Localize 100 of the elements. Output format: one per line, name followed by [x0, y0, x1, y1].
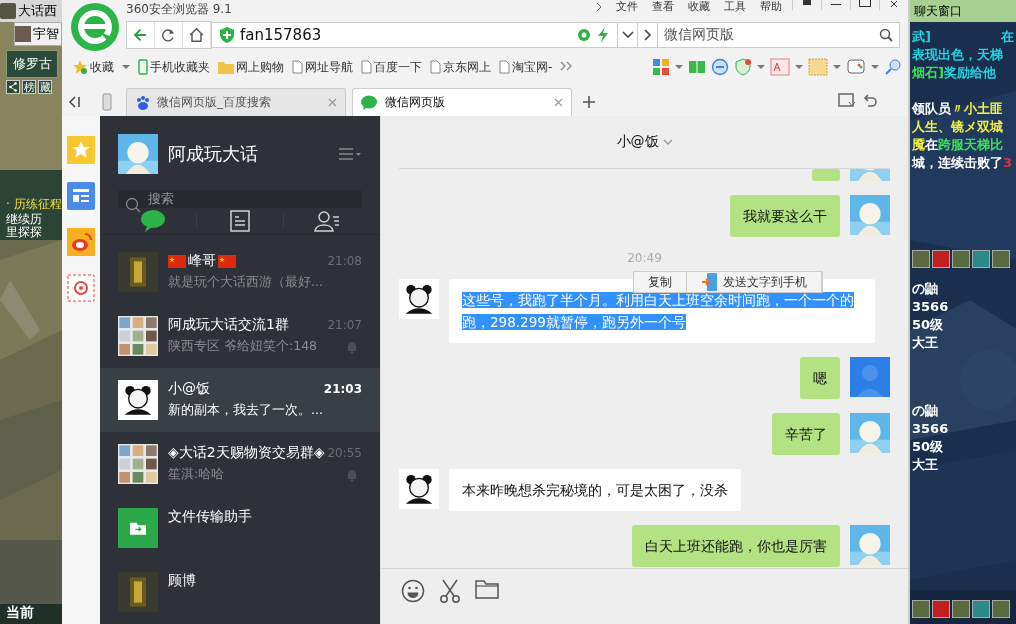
weibo-icon[interactable]: [67, 228, 95, 256]
paw-icon: [135, 94, 151, 111]
avatar-icon: [118, 380, 158, 420]
message-bubble[interactable]: 白天上班还能跑，你也是厉害: [632, 525, 840, 567]
user-name: 阿成玩大话: [168, 142, 258, 166]
avatar-icon: [15, 26, 31, 42]
game-tab[interactable]: 宇智: [14, 22, 62, 46]
map-name-banner: 修罗古: [6, 50, 58, 78]
caret-icon[interactable]: [675, 65, 683, 69]
menu-icon[interactable]: [338, 147, 362, 161]
chat-text: 在: [1001, 28, 1014, 46]
minus-circle-icon[interactable]: [711, 58, 729, 76]
mail-icon[interactable]: [67, 274, 95, 302]
square-icon[interactable]: [912, 600, 930, 618]
message-preview: 就是玩个大话西游（最好...: [168, 274, 323, 291]
close-icon[interactable]: [554, 98, 563, 107]
menu-item[interactable]: 收藏: [688, 0, 710, 13]
square-icon[interactable]: [912, 250, 930, 268]
caret-icon[interactable]: [795, 65, 803, 69]
chat-list-item[interactable]: ◈大话2天赐物资交易群◈ 20:55 笙淇:哈哈: [100, 432, 380, 496]
group-avatar-icon: [118, 316, 158, 356]
page-icon: [292, 60, 303, 74]
dropdown-icon[interactable]: [618, 22, 638, 48]
shield-icon[interactable]: [734, 58, 752, 76]
bookmark[interactable]: 百度一下: [361, 58, 422, 76]
chat-list-item[interactable]: 文件传输助手: [100, 496, 380, 560]
bookmark[interactable]: 淘宝网-: [499, 58, 553, 76]
search-field[interactable]: 搜索: [118, 190, 362, 208]
contacts-icon[interactable]: [314, 208, 340, 233]
scissors-icon[interactable]: [439, 579, 461, 603]
caret-icon[interactable]: [122, 65, 130, 69]
tabs-icon[interactable]: [838, 93, 856, 109]
lightning-icon[interactable]: [597, 27, 609, 43]
bookmark[interactable]: 网上购物: [218, 58, 284, 76]
address-field[interactable]: fan157863: [212, 22, 618, 48]
search-icon[interactable]: [879, 28, 893, 42]
bookmark[interactable]: 京东网上: [430, 58, 491, 76]
caret-icon[interactable]: [833, 65, 841, 69]
chevron-icon[interactable]: [662, 138, 673, 146]
bookmark[interactable]: 收藏: [72, 58, 114, 76]
chat-list-item[interactable]: 顾博: [100, 560, 380, 624]
news-icon[interactable]: [67, 182, 95, 210]
forward-icon[interactable]: [638, 22, 658, 48]
bookmark[interactable]: 手机收藏夹: [138, 58, 210, 76]
message-bubble[interactable]: 辛苦了: [772, 413, 840, 455]
browser-tab[interactable]: 微信网页版_百度搜索: [126, 88, 346, 116]
browser-tab[interactable]: 微信网页版: [352, 88, 572, 116]
search-field[interactable]: 微信网页版: [658, 22, 900, 48]
avatar-icon: [850, 413, 890, 453]
avatar-icon: [399, 279, 439, 319]
chat-name: 阿成玩大话交流1群: [168, 316, 289, 334]
share-icon[interactable]: [6, 80, 20, 94]
avatar-icon: [850, 357, 890, 397]
caret-icon[interactable]: [757, 65, 765, 69]
folder-icon[interactable]: [475, 579, 499, 599]
menu-item[interactable]: 工具: [724, 0, 746, 13]
menu-item[interactable]: 查看: [652, 0, 674, 13]
avatar-icon: [850, 195, 890, 235]
menu-item[interactable]: 帮助: [760, 0, 782, 13]
chat-time: 21:07: [327, 318, 362, 332]
speed-icon[interactable]: [577, 28, 591, 42]
chat-name: 文件传输助手: [168, 508, 252, 526]
tool-button[interactable]: 榜: [22, 80, 36, 94]
chat-list-item[interactable]: 阿成玩大话交流1群 21:07 陕西专区 爷给妞笑个:148: [100, 304, 380, 368]
apps-icon[interactable]: [652, 58, 670, 76]
close-icon: [890, 0, 898, 8]
chat-text: 3566: [912, 420, 949, 438]
chat-time: 21:03: [323, 382, 362, 396]
font-icon[interactable]: [770, 58, 790, 76]
emoji-icon[interactable]: [401, 579, 425, 603]
message-preview: 笙淇:哈哈: [168, 466, 225, 483]
bookmark[interactable]: 网址导航: [292, 58, 353, 76]
chat-list-item[interactable]: 小@饭 21:03 新的副本，我去了一次。...: [100, 368, 380, 432]
undo-icon[interactable]: [862, 93, 878, 109]
message-bubble[interactable]: 我就要这么干: [730, 195, 840, 237]
menu-item[interactable]: 文件: [616, 0, 638, 13]
folder-icon: [218, 60, 234, 74]
chat-text: 〃小土匪: [951, 100, 1003, 118]
book-icon[interactable]: [688, 59, 706, 75]
chat-list-item[interactable]: 峰哥 21:08 就是玩个大话西游（最好...: [100, 240, 380, 304]
menu-item[interactable]: 复制: [634, 272, 687, 292]
close-icon[interactable]: [328, 98, 337, 107]
gamepad-icon[interactable]: [846, 58, 866, 76]
chevron-icon[interactable]: [596, 1, 602, 12]
message-bubble[interactable]: 本来昨晚想杀完秘境的，可是太困了，没杀: [449, 469, 741, 511]
avatar-icon: [399, 469, 439, 509]
chat-title[interactable]: 小@饭: [616, 133, 659, 151]
quest-text: 继续历: [6, 213, 43, 226]
document-icon[interactable]: [229, 208, 251, 233]
phone-icon: [138, 59, 148, 75]
chat-icon[interactable]: [140, 208, 166, 233]
zoom-icon[interactable]: [884, 58, 902, 76]
message-bubble[interactable]: 嗯: [800, 357, 840, 399]
tool-button[interactable]: 藏: [38, 80, 52, 94]
caret-icon[interactable]: [871, 65, 879, 69]
chat-text: の鼬: [912, 402, 938, 420]
menu-item[interactable]: 发送文字到手机: [687, 272, 822, 292]
search-icon: [125, 197, 141, 213]
window-title: 360安全浏览器 9.1: [126, 1, 232, 18]
quest-title: · 历练征程: [6, 196, 62, 213]
